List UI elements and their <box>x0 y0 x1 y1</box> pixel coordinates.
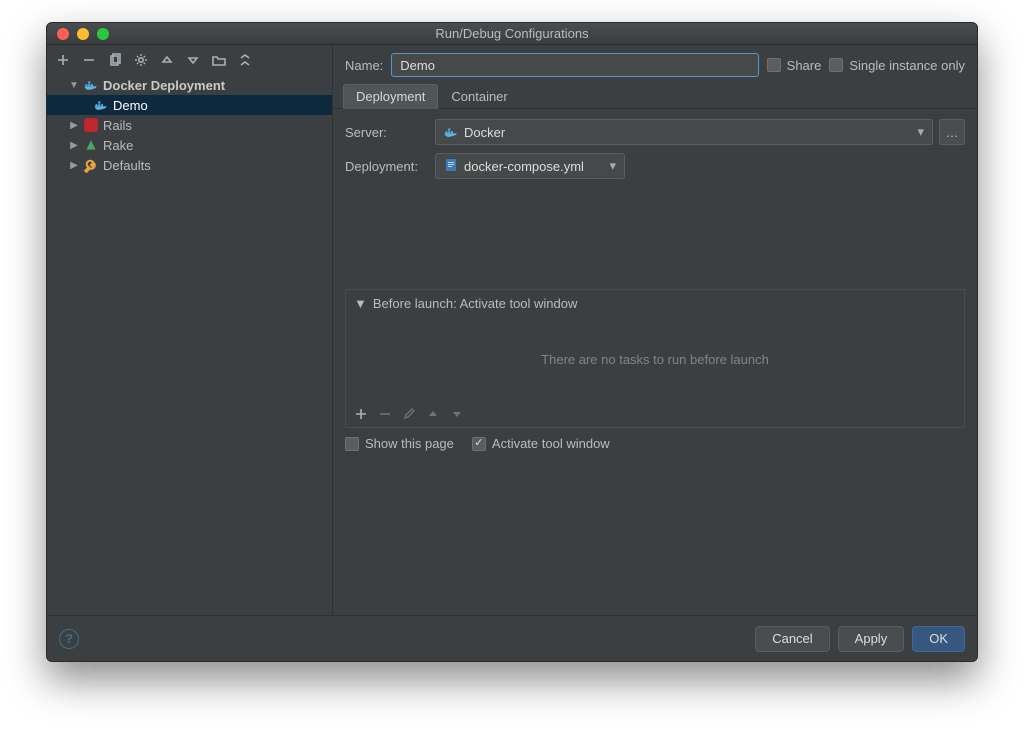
server-browse-button[interactable]: … <box>939 119 965 145</box>
content-pane: Name: Share Single instance only Deploym… <box>333 45 977 615</box>
tree-label: Rails <box>103 118 132 133</box>
name-input[interactable] <box>391 53 758 77</box>
tree-group-defaults[interactable]: ▶ Defaults <box>47 155 332 175</box>
server-row: Server: Docker ▾ … <box>345 119 965 145</box>
checkbox-icon <box>345 437 359 451</box>
add-icon[interactable] <box>55 52 71 68</box>
single-instance-checkbox[interactable]: Single instance only <box>829 58 965 73</box>
activate-tool-window-checkbox[interactable]: Activate tool window <box>472 436 610 451</box>
copy-icon[interactable] <box>107 52 123 68</box>
after-checks: Show this page Activate tool window <box>333 428 977 451</box>
before-launch-header[interactable]: ▼ Before launch: Activate tool window <box>346 290 964 317</box>
footer: ? Cancel Apply OK <box>47 615 977 661</box>
sidebar: ▼ Docker Deployment Demo ▶ <box>47 45 333 615</box>
collapse-all-icon[interactable] <box>237 52 253 68</box>
ok-button[interactable]: OK <box>912 626 965 652</box>
tree-group-docker-deployment[interactable]: ▼ Docker Deployment <box>47 75 332 95</box>
dialog-body: ▼ Docker Deployment Demo ▶ <box>47 45 977 661</box>
activate-tool-window-label: Activate tool window <box>492 436 610 451</box>
before-launch-empty-text: There are no tasks to run before launch <box>541 352 769 367</box>
chevron-right-icon: ▶ <box>69 140 79 151</box>
docker-icon <box>93 97 109 113</box>
chevron-down-icon: ▼ <box>354 296 367 311</box>
checkbox-icon <box>767 58 781 72</box>
form-spacer <box>345 187 965 283</box>
tabs: Deployment Container <box>333 83 977 109</box>
deployment-row: Deployment: docker-compose.yml ▾ <box>345 153 965 179</box>
deployment-value: docker-compose.yml <box>464 159 584 174</box>
deployment-panel: Server: Docker ▾ … Deployment: <box>333 109 977 283</box>
deployment-label: Deployment: <box>345 159 435 174</box>
up-icon[interactable] <box>426 407 440 421</box>
rake-icon <box>83 137 99 153</box>
before-launch-toolbar <box>346 401 964 427</box>
edit-icon[interactable] <box>402 407 416 421</box>
checkbox-icon <box>829 58 843 72</box>
cancel-button[interactable]: Cancel <box>755 626 829 652</box>
window-title: Run/Debug Configurations <box>47 26 977 41</box>
docker-icon <box>444 125 458 140</box>
tree-label: Rake <box>103 138 133 153</box>
folder-icon[interactable] <box>211 52 227 68</box>
tree-label: Docker Deployment <box>103 78 225 93</box>
chevron-down-icon: ▼ <box>69 80 79 91</box>
show-this-page-label: Show this page <box>365 436 454 451</box>
settings-icon[interactable] <box>133 52 149 68</box>
tree-group-rake[interactable]: ▶ Rake <box>47 135 332 155</box>
chevron-right-icon: ▶ <box>69 120 79 131</box>
dialog-window: Run/Debug Configurations ▼ <box>46 22 978 662</box>
up-icon[interactable] <box>159 52 175 68</box>
server-value: Docker <box>464 125 505 140</box>
main-area: ▼ Docker Deployment Demo ▶ <box>47 45 977 615</box>
tab-container[interactable]: Container <box>438 84 520 109</box>
remove-icon[interactable] <box>378 407 392 421</box>
rails-icon <box>83 117 99 133</box>
server-dropdown[interactable]: Docker ▾ <box>435 119 933 145</box>
docker-icon <box>83 77 99 93</box>
checkbox-icon <box>472 437 486 451</box>
remove-icon[interactable] <box>81 52 97 68</box>
sidebar-toolbar <box>47 45 332 75</box>
share-label: Share <box>787 58 822 73</box>
chevron-down-icon: ▾ <box>609 158 616 174</box>
tree-label: Demo <box>113 98 148 113</box>
config-tree[interactable]: ▼ Docker Deployment Demo ▶ <box>47 75 332 615</box>
name-row: Name: Share Single instance only <box>333 45 977 83</box>
help-button[interactable]: ? <box>59 629 79 649</box>
single-instance-label: Single instance only <box>849 58 965 73</box>
before-launch-section: ▼ Before launch: Activate tool window Th… <box>345 289 965 428</box>
deployment-dropdown[interactable]: docker-compose.yml ▾ <box>435 153 625 179</box>
chevron-right-icon: ▶ <box>69 160 79 171</box>
tree-label: Defaults <box>103 158 151 173</box>
content-spacer <box>333 451 977 615</box>
before-launch-list[interactable]: There are no tasks to run before launch <box>346 317 964 401</box>
titlebar: Run/Debug Configurations <box>47 23 977 45</box>
share-checkbox[interactable]: Share <box>767 58 822 73</box>
down-icon[interactable] <box>450 407 464 421</box>
down-icon[interactable] <box>185 52 201 68</box>
chevron-down-icon: ▾ <box>917 124 924 140</box>
show-this-page-checkbox[interactable]: Show this page <box>345 436 454 451</box>
yaml-file-icon <box>444 158 458 175</box>
tree-item-demo[interactable]: Demo <box>47 95 332 115</box>
tree-group-rails[interactable]: ▶ Rails <box>47 115 332 135</box>
apply-button[interactable]: Apply <box>838 626 905 652</box>
name-label: Name: <box>345 58 383 73</box>
server-label: Server: <box>345 125 435 140</box>
add-icon[interactable] <box>354 407 368 421</box>
tab-deployment[interactable]: Deployment <box>343 84 438 109</box>
wrench-icon <box>83 157 99 173</box>
before-launch-title: Before launch: Activate tool window <box>373 296 578 311</box>
